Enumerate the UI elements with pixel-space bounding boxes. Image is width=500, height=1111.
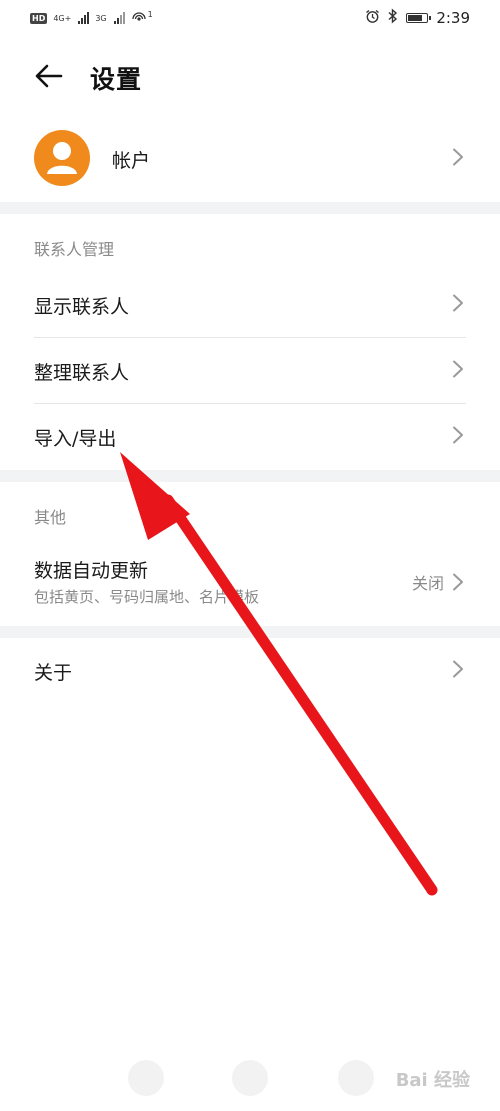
network-label-4g: 4G+ xyxy=(53,13,72,23)
page-title: 设置 xyxy=(90,65,143,94)
hotspot-count: 1 xyxy=(147,9,153,19)
section-title-contacts: 联系人管理 xyxy=(34,240,115,259)
app-header: 设置 xyxy=(0,50,500,106)
chevron-right-icon xyxy=(452,360,464,378)
battery-icon xyxy=(406,13,432,23)
person-icon xyxy=(47,142,77,174)
back-arrow-icon xyxy=(35,64,63,88)
nav-home-button[interactable] xyxy=(232,1060,268,1096)
account-row[interactable]: 帐户 xyxy=(0,120,500,198)
display-contacts-row[interactable]: 显示联系人 xyxy=(0,272,500,338)
status-time: 2:39 xyxy=(436,9,470,27)
status-right: 2:39 xyxy=(365,8,470,28)
account-label: 帐户 xyxy=(112,150,151,172)
about-label: 关于 xyxy=(34,662,73,684)
organize-contacts-label: 整理联系人 xyxy=(34,362,130,384)
auto-update-value: 关闭 xyxy=(411,574,444,593)
display-contacts-label: 显示联系人 xyxy=(34,296,130,318)
hotspot-icon xyxy=(131,9,147,27)
chevron-right-icon xyxy=(452,660,464,678)
auto-update-subtitle: 包括黄页、号码归属地、名片模板 xyxy=(34,588,260,606)
status-left: HD 4G+ 3G 1 xyxy=(30,9,154,27)
chevron-right-icon xyxy=(452,148,464,166)
signal-icon-2 xyxy=(113,12,125,24)
import-export-label: 导入/导出 xyxy=(34,428,117,450)
chevron-right-icon xyxy=(452,573,464,591)
nav-recents-button[interactable] xyxy=(338,1060,374,1096)
section-separator xyxy=(0,202,500,214)
chevron-right-icon xyxy=(452,294,464,312)
organize-contacts-row[interactable]: 整理联系人 xyxy=(0,338,500,404)
section-title-other: 其他 xyxy=(34,508,67,527)
status-bar: HD 4G+ 3G 1 2:39 xyxy=(0,0,500,36)
section-separator xyxy=(0,470,500,482)
back-button[interactable] xyxy=(34,62,64,90)
nav-back-button[interactable] xyxy=(128,1060,164,1096)
about-row[interactable]: 关于 xyxy=(0,638,500,704)
auto-update-label: 数据自动更新 xyxy=(34,560,149,582)
auto-update-row[interactable]: 数据自动更新 包括黄页、号码归属地、名片模板 关闭 xyxy=(0,536,500,624)
chevron-right-icon xyxy=(452,426,464,444)
network-label-3g: 3G xyxy=(95,13,107,23)
hd-badge: HD xyxy=(30,12,48,24)
import-export-row[interactable]: 导入/导出 xyxy=(0,404,500,470)
watermark-logo: Bai 经验 xyxy=(395,1070,470,1091)
alarm-icon xyxy=(365,9,380,28)
avatar xyxy=(34,130,90,186)
signal-icon xyxy=(78,12,90,24)
bluetooth-icon xyxy=(388,8,398,28)
section-separator xyxy=(0,626,500,638)
